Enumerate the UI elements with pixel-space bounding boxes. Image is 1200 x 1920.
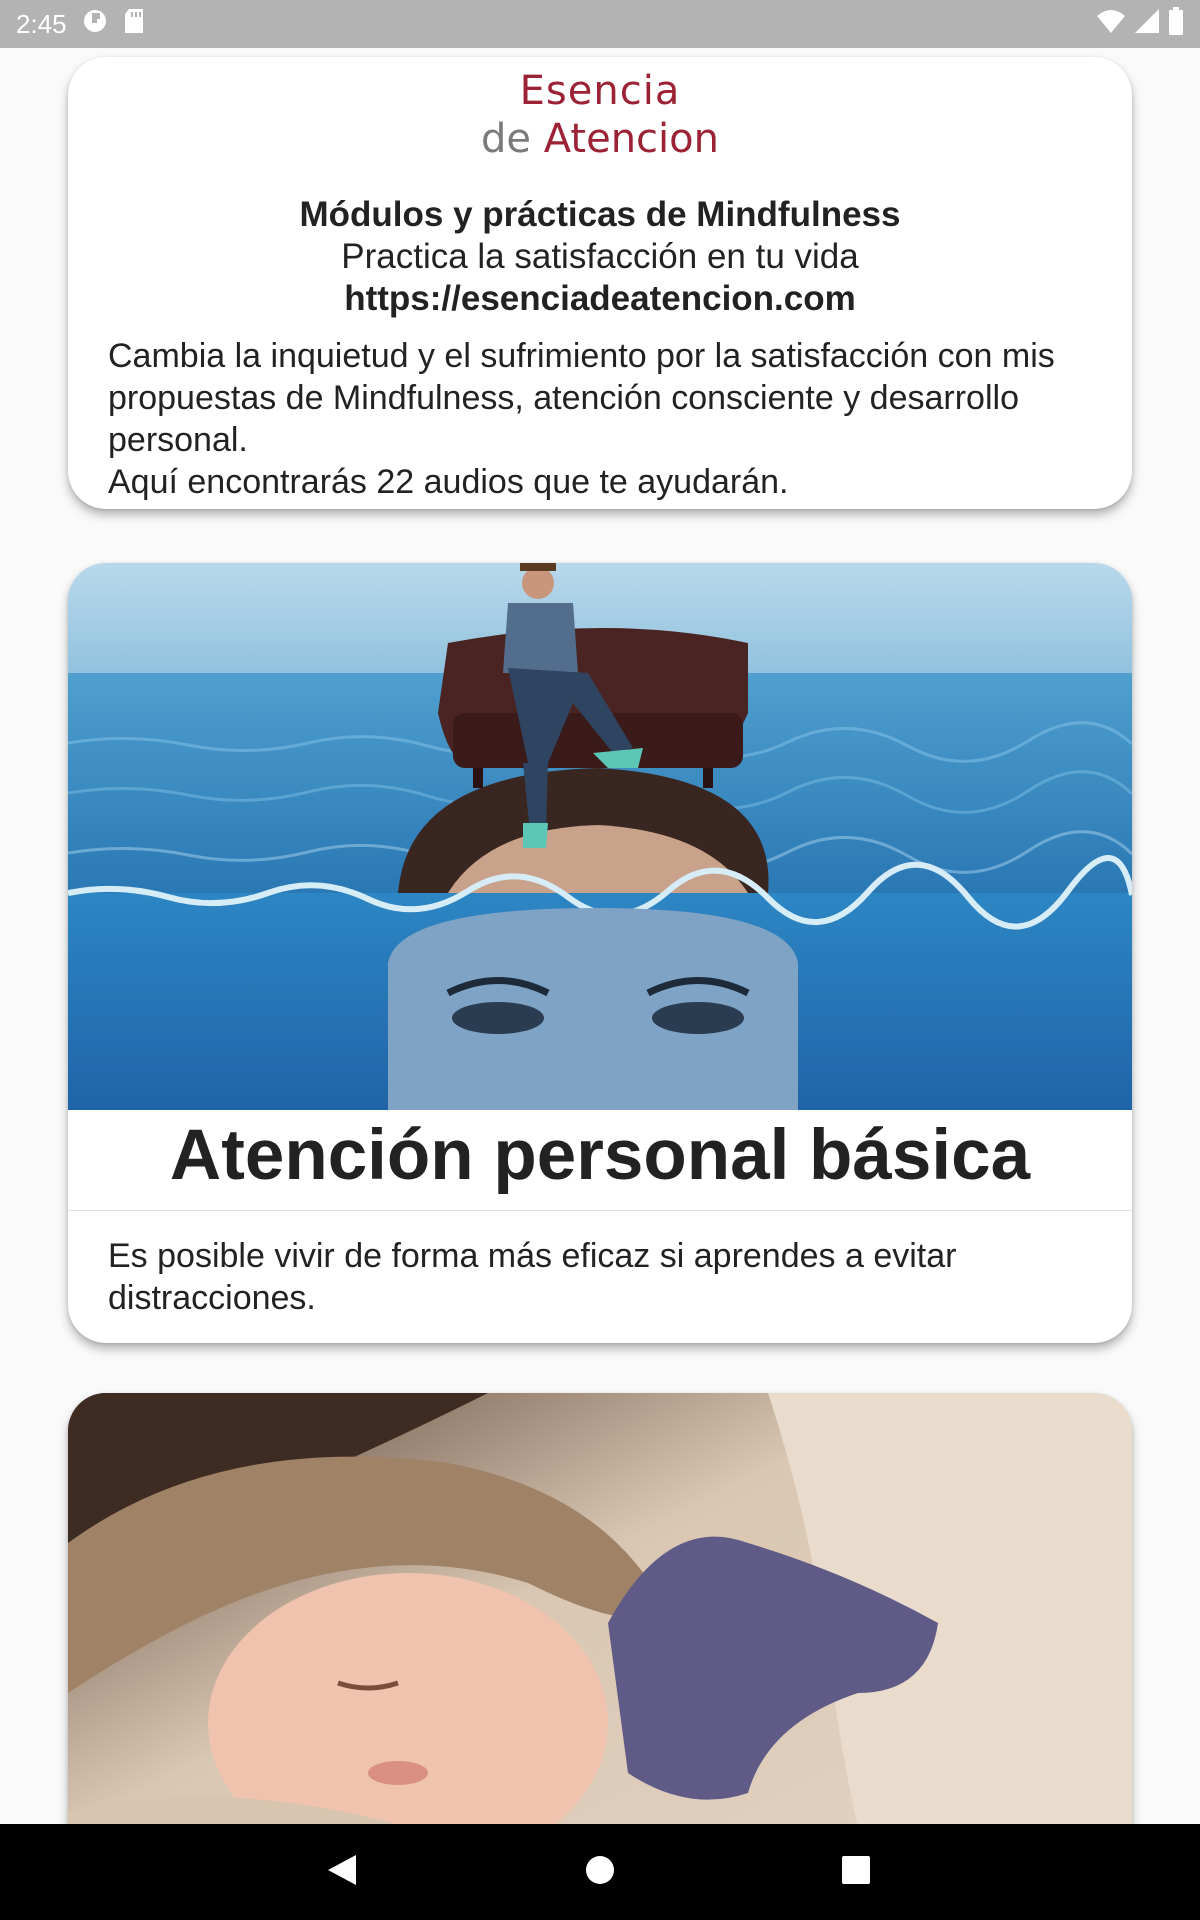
home-icon xyxy=(584,1854,616,1891)
back-icon xyxy=(326,1853,358,1892)
navigation-bar xyxy=(0,1824,1200,1920)
brand-logo: Esencia de Atencion xyxy=(68,71,1132,169)
app-screen: 2:45 Esencia de Atencion Módulos y práct… xyxy=(0,0,1200,1920)
intro-card: Esencia de Atencion Módulos y prácticas … xyxy=(68,57,1132,509)
logo-atencion: Atencion xyxy=(543,116,719,162)
intro-audio-count: Aquí encontrarás 22 audios que te ayudar… xyxy=(108,463,789,501)
data-saver-icon xyxy=(81,7,109,42)
module-list[interactable]: Esencia de Atencion Módulos y prácticas … xyxy=(0,48,1200,1824)
intro-subtitle: Practica la satisfacción en tu vida xyxy=(341,237,859,276)
intro-description-text: Cambia la inquietud y el sufrimiento por… xyxy=(108,337,1055,459)
sd-card-icon xyxy=(123,8,145,41)
back-button[interactable] xyxy=(282,1824,402,1920)
status-bar: 2:45 xyxy=(0,0,1200,48)
status-time: 2:45 xyxy=(16,8,67,39)
recents-icon xyxy=(841,1855,871,1890)
home-button[interactable] xyxy=(540,1824,660,1920)
module-description: Es posible vivir de forma más eficaz si … xyxy=(108,1237,957,1317)
intro-title: Módulos y prácticas de Mindfulness xyxy=(299,195,901,234)
website-link[interactable]: https://esenciadeatencion.com xyxy=(68,279,1132,319)
battery-icon xyxy=(1168,6,1184,42)
wifi-icon xyxy=(1096,8,1126,41)
intro-description: Cambia la inquietud y el sufrimiento por… xyxy=(108,335,1098,503)
recents-button[interactable] xyxy=(796,1824,916,1920)
logo-de: de xyxy=(481,116,532,162)
module-title: Atención personal básica xyxy=(169,1116,1031,1195)
divider xyxy=(68,1210,1132,1211)
logo-line-atencion: de Atencion xyxy=(68,119,1132,169)
module-image-sleeping-child xyxy=(68,1393,1132,1824)
module-image-sea-mind xyxy=(68,563,1132,1110)
logo-line-esencia: Esencia xyxy=(519,68,681,114)
module-card[interactable] xyxy=(68,1393,1132,1824)
module-card[interactable]: Atención personal básica Es posible vivi… xyxy=(68,563,1132,1343)
signal-icon xyxy=(1134,8,1160,41)
